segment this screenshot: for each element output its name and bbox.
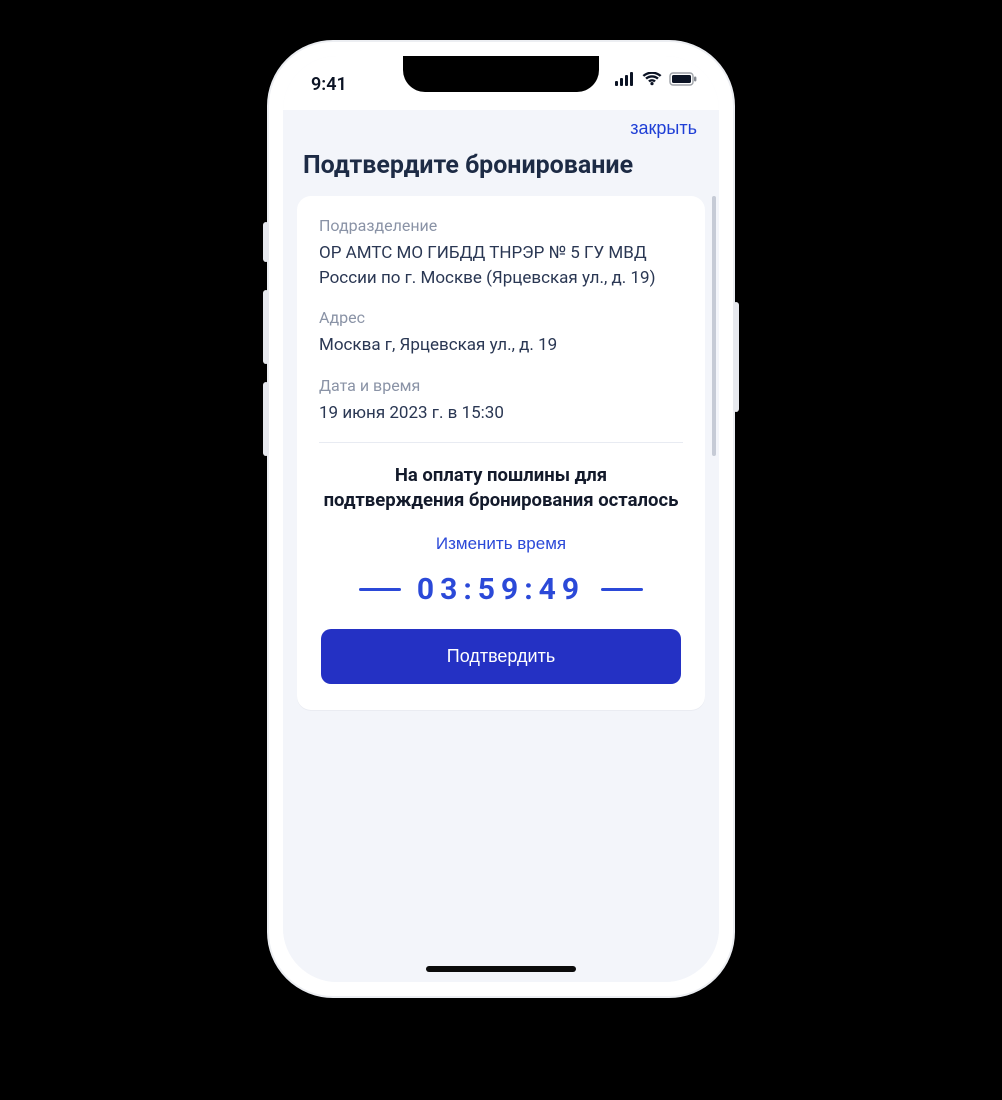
page-title: Подтвердите бронирование (283, 141, 719, 196)
status-right-icons (615, 72, 697, 86)
screen: 9:41 (283, 56, 719, 982)
close-button[interactable]: закрыть (630, 118, 697, 139)
scroll-area[interactable]: Подразделение ОР АМТС МО ГИБДД ТНРЭР № 5… (283, 196, 719, 982)
countdown-line-right (601, 588, 643, 591)
power-button (733, 302, 739, 412)
countdown-timer: 03:59:49 (417, 572, 585, 607)
datetime-field: Дата и время 19 июня 2023 г. в 15:30 (319, 376, 683, 426)
payment-notice: На оплату пошлины для подтверждения брон… (319, 463, 683, 515)
home-indicator (426, 966, 576, 972)
app-content: закрыть Подтвердите бронирование Подразд… (283, 110, 719, 982)
countdown-row: 03:59:49 (319, 572, 683, 607)
department-field: Подразделение ОР АМТС МО ГИБДД ТНРЭР № 5… (319, 216, 683, 290)
divider (319, 442, 683, 443)
volume-down-button (263, 382, 269, 456)
datetime-value: 19 июня 2023 г. в 15:30 (319, 401, 683, 426)
scrollbar[interactable] (712, 196, 716, 456)
notch (403, 56, 599, 92)
countdown-line-left (359, 588, 401, 591)
booking-card: Подразделение ОР АМТС МО ГИБДД ТНРЭР № 5… (297, 196, 705, 710)
top-actions: закрыть (283, 110, 719, 141)
department-value: ОР АМТС МО ГИБДД ТНРЭР № 5 ГУ МВД России… (319, 241, 683, 290)
phone-frame: 9:41 (267, 40, 735, 998)
address-field: Адрес Москва г, Ярцевская ул., д. 19 (319, 308, 683, 358)
confirm-button[interactable]: Подтвердить (321, 629, 681, 684)
volume-up-button (263, 290, 269, 364)
change-time-button[interactable]: Изменить время (436, 534, 566, 554)
wifi-icon (642, 72, 662, 86)
battery-icon (669, 72, 697, 86)
status-time: 9:41 (311, 74, 347, 95)
cellular-icon (615, 72, 635, 86)
datetime-label: Дата и время (319, 376, 683, 395)
department-label: Подразделение (319, 216, 683, 235)
mute-switch (263, 222, 269, 262)
address-label: Адрес (319, 308, 683, 327)
address-value: Москва г, Ярцевская ул., д. 19 (319, 333, 683, 358)
